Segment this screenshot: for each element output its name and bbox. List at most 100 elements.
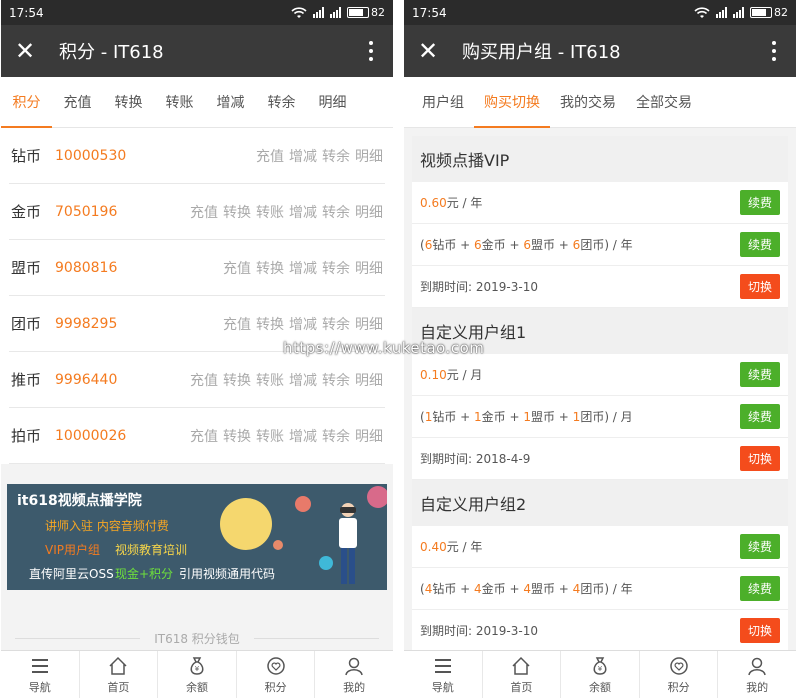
- switch-button[interactable]: 切换: [739, 274, 780, 299]
- nav-item-guide[interactable]: 导航: [404, 651, 483, 698]
- renew-button[interactable]: 续费: [739, 576, 780, 601]
- tab-points[interactable]: 积分: [1, 77, 52, 128]
- status-bar: 17:54 82: [404, 0, 796, 25]
- wallet-row-diamond: 钻币 10000530 充值 增减 转余 明细: [9, 128, 385, 184]
- banner-planet-graphic: [273, 540, 283, 550]
- adjust-link[interactable]: 增减: [289, 314, 317, 334]
- more-menu-icon[interactable]: [766, 41, 782, 61]
- price-value: 0.60: [420, 196, 447, 210]
- wifi-icon: [291, 6, 307, 18]
- combo-count: 4: [424, 582, 433, 596]
- adjust-link[interactable]: 增减: [289, 202, 317, 222]
- convert-link[interactable]: 转换: [256, 258, 284, 278]
- footer-note: IT618 积分钱包: [1, 628, 393, 648]
- convert-link[interactable]: 转换: [256, 314, 284, 334]
- tab-all-trades[interactable]: 全部交易: [626, 77, 702, 128]
- to-balance-link[interactable]: 转余: [322, 426, 350, 446]
- tab-buy-switch[interactable]: 购买切换: [474, 77, 550, 128]
- wallet-name: 团币: [11, 315, 42, 333]
- combo-count: 4: [474, 582, 482, 596]
- wallet-value: 9080816: [55, 259, 118, 276]
- to-balance-link[interactable]: 转余: [322, 314, 350, 334]
- switch-button[interactable]: 切换: [739, 446, 780, 471]
- recharge-link[interactable]: 充值: [223, 258, 251, 278]
- details-link[interactable]: 明细: [355, 426, 383, 446]
- transfer-link[interactable]: 转账: [256, 370, 284, 390]
- nav-item-points[interactable]: 积分: [640, 651, 719, 698]
- tab-usergroup[interactable]: 用户组: [412, 77, 474, 128]
- more-menu-icon[interactable]: [363, 41, 379, 61]
- wifi-icon: [694, 6, 710, 18]
- adjust-link[interactable]: 增减: [289, 426, 317, 446]
- nav-label: 余额: [588, 680, 611, 694]
- renew-button[interactable]: 续费: [739, 232, 780, 257]
- promo-banner[interactable]: it618视频点播学院 讲师入驻 内容音频付费 VIP用户组 视频教育培训 直传…: [7, 484, 387, 590]
- price-value: 0.40: [420, 540, 447, 554]
- expire-text: 到期时间: 2018-4-9: [420, 452, 531, 466]
- tab-transfer[interactable]: 转账: [154, 77, 205, 128]
- recharge-link[interactable]: 充值: [190, 426, 218, 446]
- details-link[interactable]: 明细: [355, 314, 383, 334]
- details-link[interactable]: 明细: [355, 370, 383, 390]
- banner-line-2a: VIP用户组: [45, 543, 100, 557]
- wallet-row-promo: 推币 9996440 充值 转换 转账 增减 转余 明细: [9, 352, 385, 408]
- convert-link[interactable]: 转换: [223, 426, 251, 446]
- nav-item-home[interactable]: 首页: [80, 651, 159, 698]
- nav-item-balance[interactable]: ¥ 余额: [158, 651, 237, 698]
- recharge-link[interactable]: 充值: [223, 314, 251, 334]
- adjust-link[interactable]: 增减: [289, 258, 317, 278]
- combo-count: 4: [523, 582, 531, 596]
- nav-item-points[interactable]: 积分: [237, 651, 316, 698]
- transfer-link[interactable]: 转账: [256, 202, 284, 222]
- nav-label: 积分: [264, 680, 287, 694]
- banner-line-1: 讲师入驻 内容音频付费: [45, 519, 169, 533]
- nav-label: 首页: [107, 680, 130, 694]
- tab-my-trades[interactable]: 我的交易: [550, 77, 626, 128]
- nav-item-home[interactable]: 首页: [483, 651, 562, 698]
- nav-item-mine[interactable]: 我的: [718, 651, 796, 698]
- nav-item-guide[interactable]: 导航: [1, 651, 80, 698]
- to-balance-link[interactable]: 转余: [322, 202, 350, 222]
- recharge-link[interactable]: 充值: [190, 202, 218, 222]
- details-link[interactable]: 明细: [355, 202, 383, 222]
- page-title: 积分 - IT618: [59, 42, 164, 63]
- combo-count: 1: [572, 410, 581, 424]
- vr-person-graphic: [339, 503, 357, 584]
- to-balance-link[interactable]: 转余: [322, 258, 350, 278]
- adjust-link[interactable]: 增减: [289, 370, 317, 390]
- tab-details[interactable]: 明细: [307, 77, 358, 128]
- renew-button[interactable]: 续费: [739, 534, 780, 559]
- convert-link[interactable]: 转换: [223, 202, 251, 222]
- bottom-nav: 导航 首页 ¥ 余额 积分 我的: [1, 650, 393, 698]
- renew-button[interactable]: 续费: [739, 404, 780, 429]
- details-link[interactable]: 明细: [355, 258, 383, 278]
- adjust-link[interactable]: 增减: [289, 146, 317, 166]
- to-balance-link[interactable]: 转余: [322, 146, 350, 166]
- tab-convert[interactable]: 转换: [103, 77, 154, 128]
- expire-text: 到期时间: 2019-3-10: [420, 624, 538, 638]
- tab-adjust[interactable]: 增减: [205, 77, 256, 128]
- renew-button[interactable]: 续费: [739, 190, 780, 215]
- wallet-name: 盟币: [11, 259, 42, 277]
- convert-link[interactable]: 转换: [223, 370, 251, 390]
- tab-recharge[interactable]: 充值: [52, 77, 103, 128]
- details-link[interactable]: 明细: [355, 146, 383, 166]
- expire-row: 到期时间: 2019-3-10 切换: [412, 610, 788, 652]
- to-balance-link[interactable]: 转余: [322, 370, 350, 390]
- transfer-link[interactable]: 转账: [256, 426, 284, 446]
- nav-item-mine[interactable]: 我的: [315, 651, 393, 698]
- renew-button[interactable]: 续费: [739, 362, 780, 387]
- battery-level: 82: [371, 6, 385, 19]
- close-icon[interactable]: ✕: [418, 39, 452, 63]
- switch-button[interactable]: 切换: [739, 618, 780, 643]
- recharge-link[interactable]: 充值: [256, 146, 284, 166]
- battery-level: 82: [774, 6, 788, 19]
- usergroup-title: 自定义用户组2: [412, 480, 788, 526]
- money-bag-icon: ¥: [593, 656, 607, 675]
- signal-icon: [313, 7, 324, 18]
- nav-item-balance[interactable]: ¥ 余额: [561, 651, 640, 698]
- svg-text:¥: ¥: [598, 665, 603, 673]
- close-icon[interactable]: ✕: [15, 39, 49, 63]
- tab-to-balance[interactable]: 转余: [256, 77, 307, 128]
- recharge-link[interactable]: 充值: [190, 370, 218, 390]
